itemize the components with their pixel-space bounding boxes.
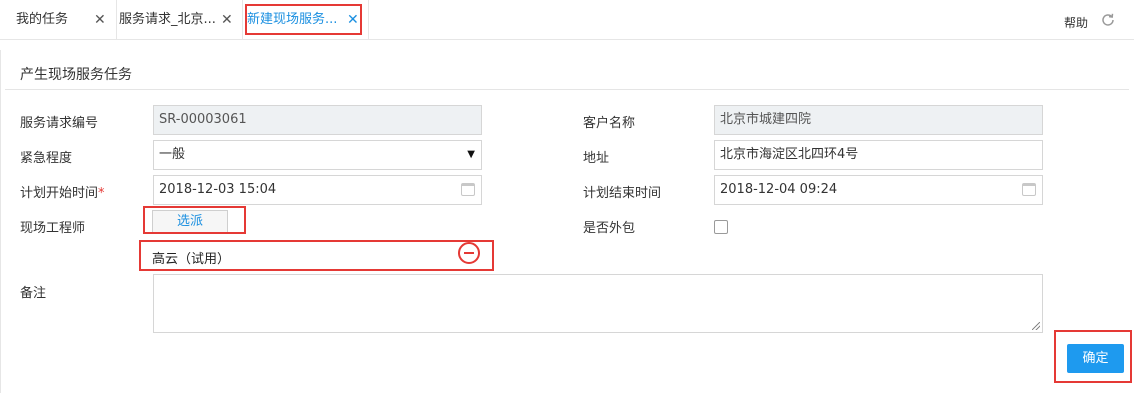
tab-label: 服务请求_北京... bbox=[119, 12, 216, 27]
request-no-value: SR-00003061 bbox=[159, 112, 247, 127]
notes-textarea[interactable] bbox=[153, 274, 1043, 333]
confirm-button[interactable]: 确定 bbox=[1067, 344, 1124, 373]
tab-new-onsite-service[interactable]: 新建现场服务... ✕ bbox=[243, 0, 369, 40]
plan-start-label: 计划开始时间* bbox=[20, 182, 105, 201]
customer-label: 客户名称 bbox=[583, 116, 636, 131]
tab-label: 新建现场服务... bbox=[247, 12, 338, 27]
tab-label: 我的任务 bbox=[16, 12, 69, 27]
tab-my-tasks[interactable]: 我的任务 ✕ bbox=[0, 0, 117, 40]
engineer-label: 现场工程师 bbox=[20, 221, 86, 236]
notes-label: 备注 bbox=[20, 286, 47, 301]
customer-value: 北京市城建四院 bbox=[720, 112, 812, 127]
calendar-icon[interactable] bbox=[461, 183, 475, 196]
plan-start-label-text: 计划开始时间 bbox=[20, 186, 99, 201]
plan-end-value: 2018-12-04 09:24 bbox=[720, 182, 838, 197]
outsourced-label: 是否外包 bbox=[583, 221, 636, 236]
plan-end-label: 计划结束时间 bbox=[583, 186, 662, 201]
plan-end-input[interactable]: 2018-12-04 09:24 bbox=[714, 175, 1043, 205]
required-mark: * bbox=[98, 186, 105, 201]
urgency-label: 紧急程度 bbox=[20, 151, 73, 166]
section-title: 产生现场服务任务 bbox=[20, 67, 132, 83]
engineer-name: 高云（试用） bbox=[152, 252, 231, 267]
urgency-select[interactable]: 一般 ▼ bbox=[153, 140, 482, 170]
close-icon[interactable]: ✕ bbox=[347, 0, 359, 40]
request-no-field: SR-00003061 bbox=[153, 105, 482, 135]
customer-field: 北京市城建四院 bbox=[714, 105, 1043, 135]
outsourced-checkbox[interactable] bbox=[714, 220, 728, 234]
refresh-icon[interactable] bbox=[1100, 12, 1116, 28]
urgency-value: 一般 bbox=[159, 147, 186, 162]
close-icon[interactable]: ✕ bbox=[94, 0, 106, 40]
tab-bar: 我的任务 ✕ 服务请求_北京... ✕ 新建现场服务... ✕ 帮助 bbox=[0, 0, 1134, 40]
help-link[interactable]: 帮助 bbox=[1064, 14, 1088, 31]
tab-service-request[interactable]: 服务请求_北京... ✕ bbox=[117, 0, 243, 40]
divider bbox=[5, 89, 1129, 90]
plan-start-value: 2018-12-03 15:04 bbox=[159, 182, 277, 197]
plan-start-input[interactable]: 2018-12-03 15:04 bbox=[153, 175, 482, 205]
close-icon[interactable]: ✕ bbox=[221, 0, 233, 40]
address-value: 北京市海淀区北四环4号 bbox=[720, 147, 859, 162]
calendar-icon[interactable] bbox=[1022, 183, 1036, 196]
dropdown-arrow-icon: ▼ bbox=[467, 149, 475, 160]
resize-handle-icon[interactable] bbox=[1032, 322, 1040, 330]
assign-button[interactable]: 选派 bbox=[152, 210, 228, 234]
address-label: 地址 bbox=[583, 151, 610, 166]
remove-icon[interactable] bbox=[458, 242, 480, 264]
address-input[interactable]: 北京市海淀区北四环4号 bbox=[714, 140, 1043, 170]
request-no-label: 服务请求编号 bbox=[20, 116, 99, 131]
